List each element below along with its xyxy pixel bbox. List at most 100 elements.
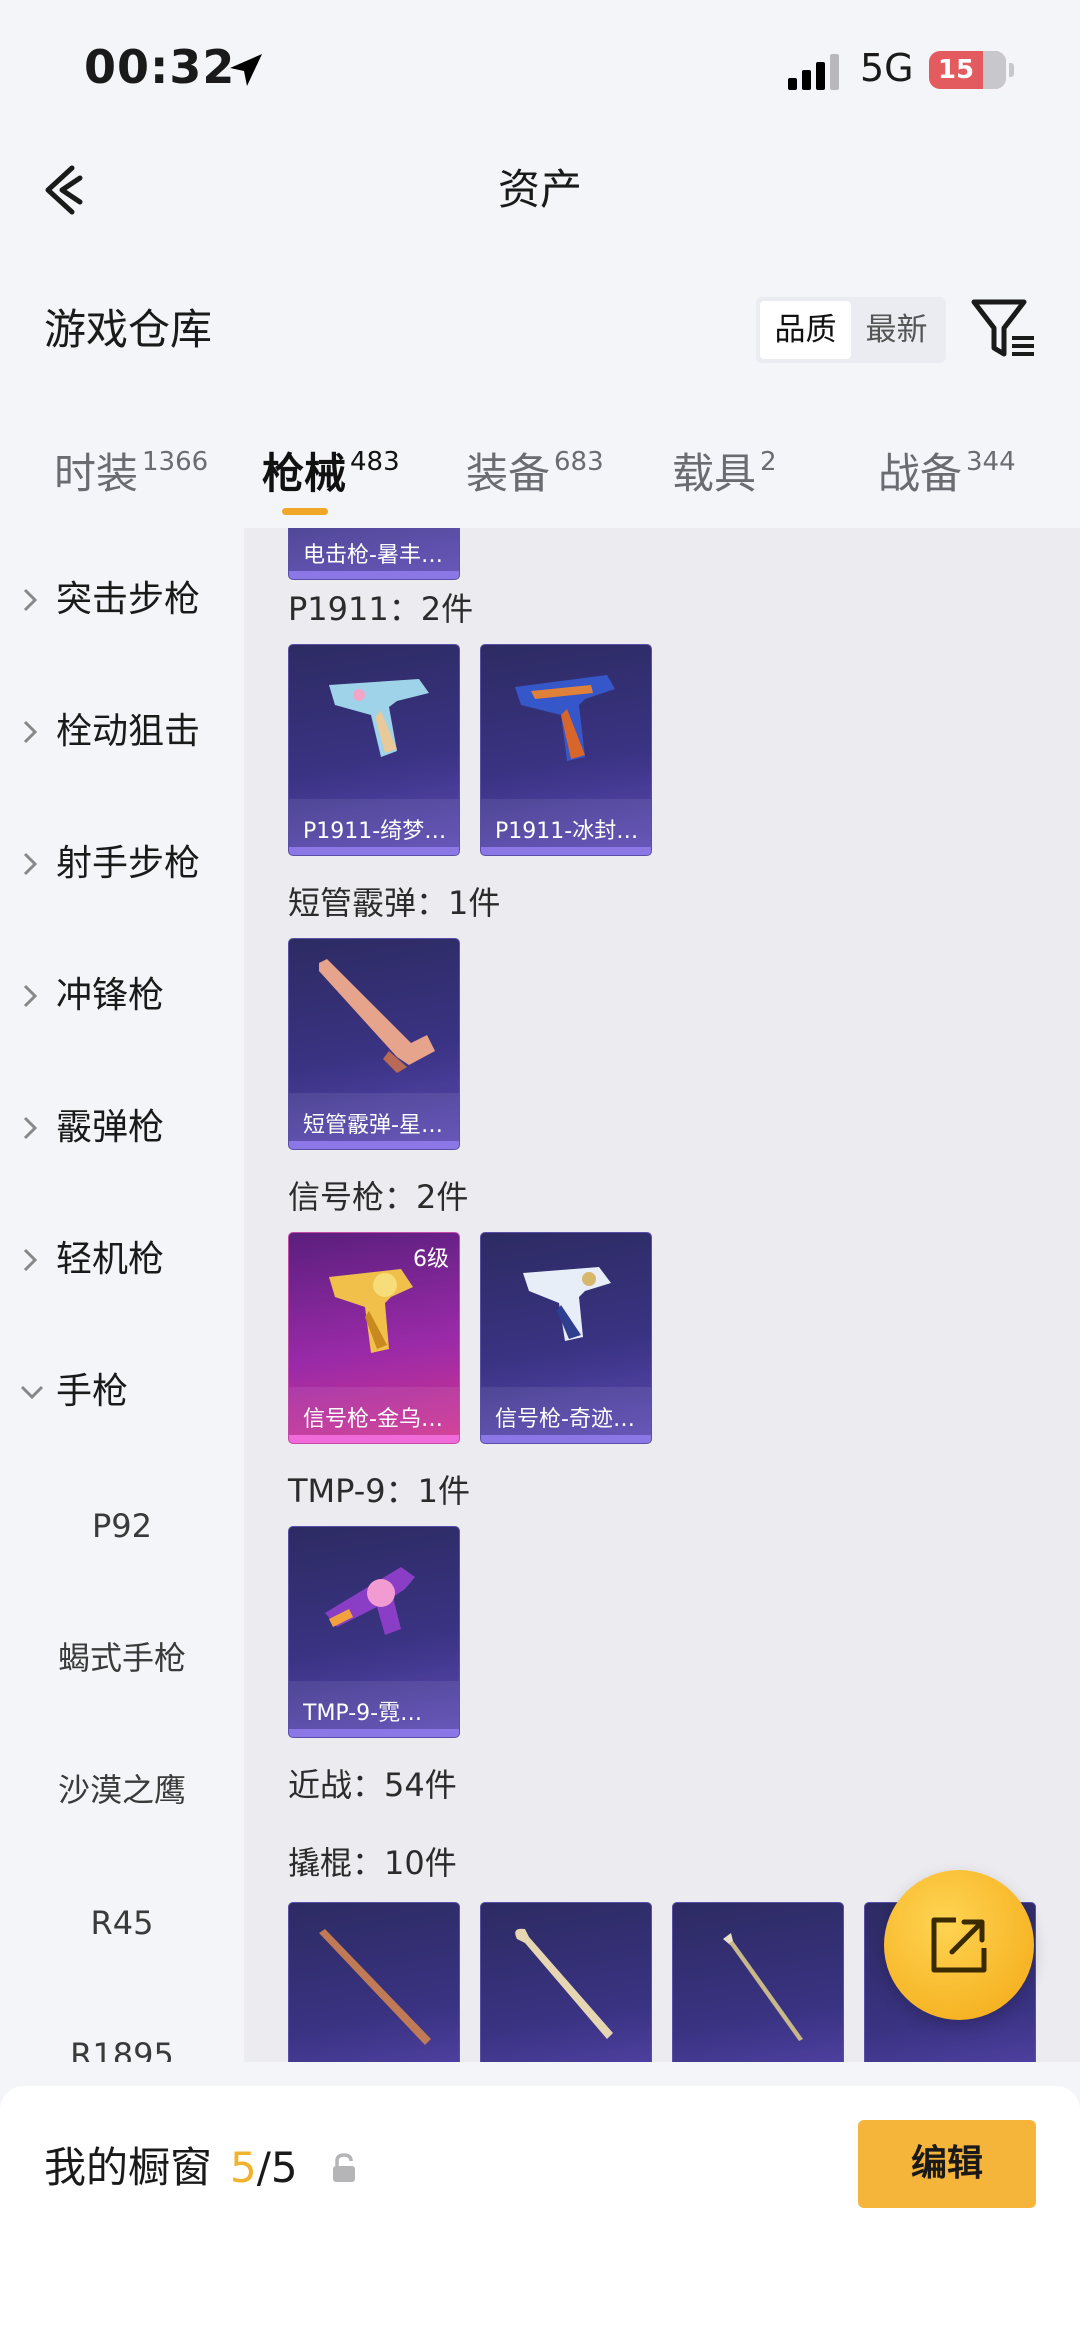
card-rarity-bar bbox=[289, 571, 459, 579]
showcase-count: 5/5 bbox=[230, 2134, 298, 2202]
sidebar-subitem-desert-eagle[interactable]: 沙漠之鹰 bbox=[0, 1765, 244, 1815]
warehouse-title: 游戏仓库 bbox=[44, 305, 213, 354]
card-label: P1911-绮梦… bbox=[303, 819, 447, 844]
card-rarity-bar bbox=[289, 1435, 459, 1443]
flare-gun-skin-image bbox=[523, 1267, 611, 1341]
sidebar-subitem-r45[interactable]: R45 bbox=[0, 1898, 244, 1948]
status-bar: 00:32 5G 15 bbox=[0, 0, 1080, 130]
battery-icon: 15 bbox=[929, 51, 1006, 89]
sidebar-item-shotgun[interactable]: 霰弹枪 bbox=[0, 1098, 244, 1158]
sidebar-item-pistol[interactable]: 手枪 bbox=[0, 1362, 244, 1422]
battery-level: 15 bbox=[937, 55, 975, 85]
sort-newest-button[interactable]: 最新 bbox=[851, 301, 942, 359]
card-label: 短管霰弹-星… bbox=[303, 1113, 443, 1138]
card-rarity-bar bbox=[481, 847, 651, 855]
external-link-icon bbox=[931, 1917, 987, 1973]
tab-count: 1366 bbox=[142, 447, 209, 477]
sidebar-item-label: 冲锋枪 bbox=[56, 975, 165, 1016]
sidebar-item-bolt-sniper[interactable]: 栓动狙击 bbox=[0, 702, 244, 762]
tab-firearms[interactable]: 枪械 483 bbox=[262, 440, 400, 500]
sort-toggle: 品质 最新 bbox=[756, 297, 946, 363]
edit-button[interactable]: 编辑 bbox=[858, 2120, 1036, 2208]
card-level-badge: 6级 bbox=[413, 1247, 449, 1272]
battery-empty bbox=[983, 51, 1006, 89]
chevron-right-icon bbox=[23, 1116, 38, 1140]
weapon-card[interactable]: P1911-冰封… bbox=[480, 644, 652, 856]
card-label: 信号枪-金乌… bbox=[303, 1407, 443, 1432]
spear-skin-image bbox=[723, 1933, 803, 2041]
card-rarity-bar bbox=[481, 1435, 651, 1443]
pistol-skin-image bbox=[329, 679, 429, 757]
staff-skin-image bbox=[319, 1929, 431, 2045]
lock-icon bbox=[333, 2153, 355, 2182]
share-fab-button[interactable] bbox=[884, 1870, 1034, 2020]
status-time: 00:32 bbox=[84, 40, 236, 94]
chevron-right-icon bbox=[23, 588, 38, 612]
filter-icon[interactable] bbox=[968, 296, 1038, 362]
chevron-right-icon bbox=[23, 984, 38, 1008]
sort-quality-button[interactable]: 品质 bbox=[760, 301, 851, 359]
back-chevron-icon[interactable] bbox=[36, 160, 96, 220]
category-sidebar: 突击步枪 栓动狙击 射手步枪 冲锋枪 霰弹枪 轻机枪 手枪 P92 蝎式手枪 沙… bbox=[0, 528, 244, 2062]
tab-label: 枪械 bbox=[262, 449, 347, 498]
group-title: TMP-9：1件 bbox=[288, 1472, 471, 1510]
sidebar-item-marksman-rifle[interactable]: 射手步枪 bbox=[0, 834, 244, 894]
melee-card[interactable] bbox=[288, 1902, 460, 2062]
sidebar-item-label: 突击步枪 bbox=[56, 579, 201, 620]
battery-cap bbox=[1009, 63, 1014, 77]
showcase-count-current: 5 bbox=[230, 2143, 257, 2192]
weapon-card[interactable]: 6级 信号枪-金乌… bbox=[288, 1232, 460, 1444]
melee-card[interactable] bbox=[480, 1902, 652, 2062]
sidebar-subitem-p92[interactable]: P92 bbox=[0, 1501, 244, 1551]
pistol-skin-image bbox=[515, 675, 615, 761]
chevron-right-icon bbox=[23, 720, 38, 744]
tab-label: 载具 bbox=[672, 449, 757, 498]
chevron-right-icon bbox=[23, 852, 38, 876]
tab-supplies[interactable]: 战备 344 bbox=[878, 440, 1016, 500]
sidebar-item-label: 霰弹枪 bbox=[56, 1107, 165, 1148]
card-rarity-bar bbox=[289, 1729, 459, 1737]
showcase-count-total: /5 bbox=[256, 2143, 298, 2192]
card-rarity-bar bbox=[289, 1141, 459, 1149]
tab-count: 683 bbox=[554, 447, 604, 477]
card-rarity-bar bbox=[289, 847, 459, 855]
page-title: 资产 bbox=[497, 165, 582, 214]
weapon-card[interactable]: 短管霰弹-星… bbox=[288, 938, 460, 1150]
tab-count: 344 bbox=[966, 447, 1016, 477]
sidebar-subitem-scorpion[interactable]: 蝎式手枪 bbox=[0, 1633, 244, 1683]
tab-equipment[interactable]: 装备 683 bbox=[466, 440, 604, 500]
weapon-card[interactable]: 信号枪-奇迹… bbox=[480, 1232, 652, 1444]
tab-count: 2 bbox=[760, 447, 777, 477]
sidebar-item-label: 射手步枪 bbox=[56, 843, 201, 884]
weapon-card[interactable]: P1911-绮梦… bbox=[288, 644, 460, 856]
sidebar-item-label: 栓动狙击 bbox=[56, 711, 201, 752]
group-title: 短管霰弹：1件 bbox=[288, 884, 501, 922]
chevron-right-icon bbox=[23, 1248, 38, 1272]
weapon-card[interactable]: TMP-9-霓… bbox=[288, 1526, 460, 1738]
active-tab-indicator bbox=[282, 508, 328, 515]
group-title: 撬棍：10件 bbox=[288, 1844, 457, 1882]
tab-vehicles[interactable]: 载具 2 bbox=[672, 440, 777, 500]
sidebar-item-lmg[interactable]: 轻机枪 bbox=[0, 1230, 244, 1290]
tab-fashion[interactable]: 时装 1366 bbox=[54, 440, 208, 500]
sidebar-item-label: 手枪 bbox=[56, 1371, 129, 1412]
cellular-signal-icon bbox=[788, 54, 839, 90]
item-grid-panel: 电击枪-暑丰… P1911：2件 P1911-绮梦… P1911-冰封… 短管霰… bbox=[244, 528, 1080, 2062]
group-title: P1911：2件 bbox=[288, 590, 474, 628]
tab-label: 装备 bbox=[466, 449, 551, 498]
tab-label: 时装 bbox=[54, 449, 139, 498]
sidebar-subitem-r1895[interactable]: R1895 bbox=[0, 2030, 244, 2062]
tab-count: 483 bbox=[350, 447, 400, 477]
sidebar-item-assault-rifle[interactable]: 突击步枪 bbox=[0, 570, 244, 630]
chevron-down-icon bbox=[20, 1385, 44, 1400]
sidebar-item-smg[interactable]: 冲锋枪 bbox=[0, 966, 244, 1026]
weapon-card[interactable]: 电击枪-暑丰… bbox=[288, 528, 460, 580]
network-type: 5G bbox=[860, 46, 914, 90]
shotgun-skin-image bbox=[319, 959, 435, 1073]
melee-card[interactable] bbox=[672, 1902, 844, 2062]
showcase-bar: 我的橱窗 5/5 编辑 bbox=[0, 2086, 1080, 2337]
card-label: P1911-冰封… bbox=[495, 819, 639, 844]
sidebar-item-label: 轻机枪 bbox=[56, 1239, 165, 1280]
group-title: 信号枪：2件 bbox=[288, 1178, 469, 1216]
location-arrow-icon bbox=[230, 54, 262, 86]
